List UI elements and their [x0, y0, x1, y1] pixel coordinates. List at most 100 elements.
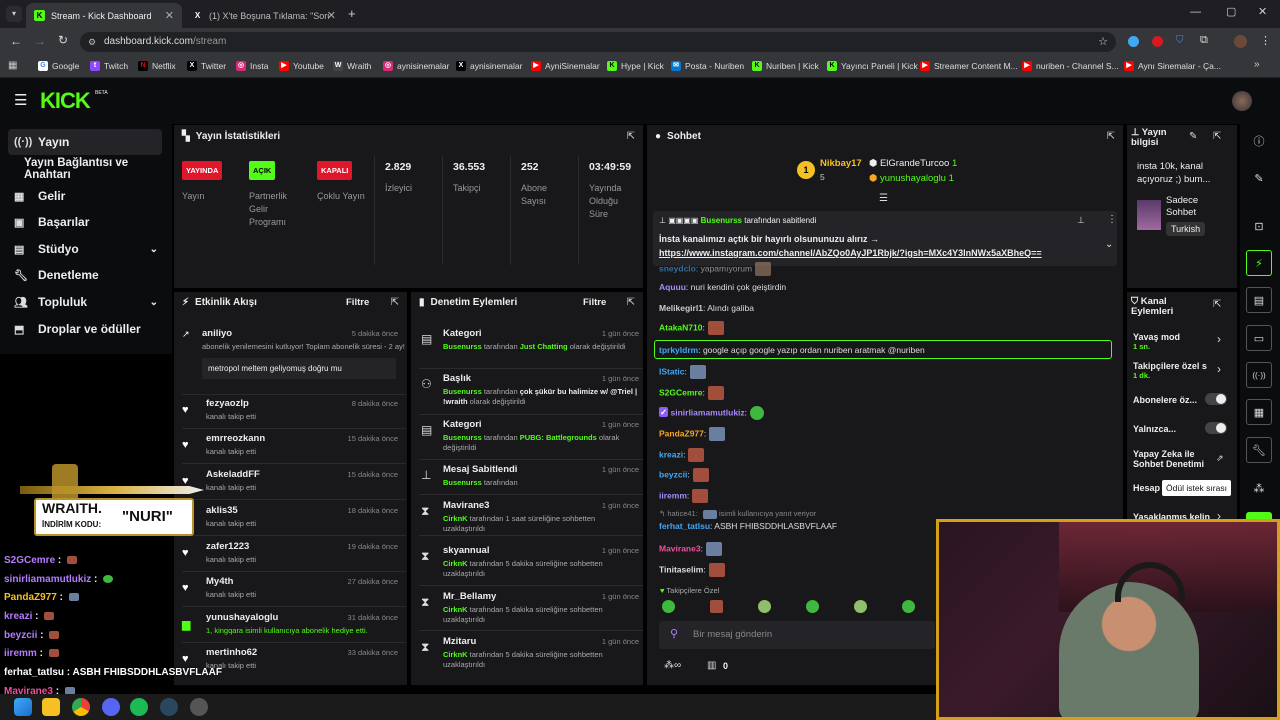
more-bookmarks-icon[interactable]: » [1254, 59, 1260, 70]
top-gifter-name[interactable]: Nikbay17 [820, 158, 862, 169]
close-tab-icon[interactable]: ✕ [165, 9, 174, 22]
bookmark-item[interactable]: K Hype | Kick [607, 61, 664, 71]
windows-start-icon[interactable] [14, 698, 32, 716]
bookmark-item[interactable]: t Twitch [90, 61, 128, 71]
bookmark-item[interactable]: G Google [38, 61, 79, 71]
emote[interactable] [662, 600, 675, 613]
popout-icon[interactable]: ⇱ [1213, 299, 1221, 310]
emote[interactable] [758, 600, 771, 613]
popout-icon[interactable]: ⇱ [1213, 131, 1221, 142]
spotify-icon[interactable] [130, 698, 148, 716]
sidebar-item-denetleme[interactable]: 🔧︎ Denetleme [8, 262, 162, 288]
emote[interactable] [902, 600, 915, 613]
bolt-icon[interactable]: ⚡︎ [1246, 250, 1272, 276]
bookmark-item[interactable]: ▶ nuriben - Channel S... [1022, 61, 1119, 71]
user-avatar[interactable] [1232, 91, 1252, 111]
more-icon[interactable]: ⋮ [1107, 214, 1117, 225]
bookmark-item[interactable]: ▶ Aynı Sinemalar - Ça... [1124, 61, 1221, 71]
popout-icon[interactable]: ⇱ [1107, 131, 1115, 142]
clipboard-icon[interactable]: ▤ [1246, 287, 1272, 313]
mic-icon[interactable]: ⚲ [670, 627, 678, 640]
bookmark-item[interactable]: X Twitter [187, 61, 226, 71]
bookmark-item[interactable]: W Wraith [333, 61, 371, 71]
category-name[interactable]: Sadece Sohbet [1166, 195, 1226, 219]
puzzle-icon[interactable]: ⧉ [1200, 34, 1208, 47]
account-setting[interactable]: Hesap [1133, 483, 1160, 493]
steam-icon[interactable] [160, 698, 178, 716]
sidebar-item-yayin[interactable]: ((·)) Yayın [8, 129, 162, 155]
bookmark-item[interactable]: N Netflix [138, 61, 176, 71]
popout-icon[interactable]: ⇱ [627, 297, 635, 308]
emote[interactable] [710, 600, 723, 613]
chat-input[interactable]: ⚲ Bir mesaj gönderin [659, 621, 935, 649]
address-bar[interactable]: ⚙ dashboard.kick.com/stream ☆ [80, 32, 1116, 52]
chevron-right-icon[interactable]: › [1217, 362, 1221, 376]
info-icon[interactable]: ⓘ [1246, 128, 1272, 154]
edit-icon[interactable]: ✎ [1189, 131, 1197, 142]
popout-icon[interactable]: ⇱ [391, 297, 399, 308]
gifter-name[interactable]: ⬢ ElGrandeTurcoo 1 [869, 158, 957, 169]
bookmark-item[interactable]: ◎ aynisinemalar [383, 61, 449, 71]
kick-logo[interactable]: KICK [40, 88, 91, 114]
browser-tab-kick[interactable]: K Stream - Kick Dashboard ✕ [26, 3, 182, 28]
sidebar-item-topluluk[interactable]: 👥︎ Topluluk ⌄ [8, 289, 162, 315]
subscribers-only-toggle[interactable] [1205, 393, 1227, 405]
popout-icon[interactable]: ⇱ [627, 131, 635, 142]
sidebar-item-basarilar[interactable]: ▣ Başarılar [8, 209, 162, 235]
edit-icon[interactable]: ✎ [1246, 165, 1272, 191]
file-explorer-icon[interactable] [42, 698, 60, 716]
followers-only-setting[interactable]: Takipçilere özel s1 dk. [1133, 361, 1213, 381]
points-icon[interactable]: ⁂∞ [664, 660, 681, 671]
slow-mode-setting[interactable]: Yavaş mod 1 sn. [1133, 332, 1180, 352]
broadcast-icon[interactable]: ((·)) [1246, 362, 1272, 388]
chrome-icon[interactable] [72, 698, 90, 716]
profile-avatar[interactable] [1234, 35, 1247, 48]
app-icon[interactable] [190, 698, 208, 716]
shield-icon[interactable]: ⛉ [1176, 35, 1184, 46]
extension-icon[interactable] [1128, 36, 1139, 47]
close-window-button[interactable]: ✕ [1258, 5, 1267, 18]
reload-icon[interactable]: ↻ [58, 33, 68, 47]
bookmark-star-icon[interactable]: ☆ [1098, 32, 1108, 52]
chevron-right-icon[interactable]: › [1217, 332, 1221, 346]
layout-icon[interactable]: ▦ [1246, 399, 1272, 425]
site-info-icon[interactable]: ⚙ [88, 32, 96, 52]
tab-search-button[interactable]: ▾ [6, 6, 22, 22]
sidebar-item-gelir[interactable]: ▦ Gelir [8, 183, 162, 209]
bookmark-item[interactable]: ◎ Insta [236, 61, 268, 71]
bookmark-item[interactable]: ▶ Youtube [279, 61, 324, 71]
browser-tab-x[interactable]: X (1) X'te Boşuna Tıklama: "Soru: ... ✕ [184, 3, 344, 28]
filter-button[interactable]: Filtre [583, 297, 606, 308]
filter-button[interactable]: Filtre [346, 297, 369, 308]
emote-only-toggle[interactable] [1205, 422, 1227, 434]
wrench-icon[interactable]: 🔧︎ [1246, 437, 1272, 463]
emote[interactable] [806, 600, 819, 613]
close-tab-icon[interactable]: ✕ [327, 9, 336, 22]
external-link-icon[interactable]: ⇗ [1216, 453, 1224, 464]
chevron-down-icon[interactable]: ⌄ [1105, 239, 1113, 250]
sidebar-item-studyo[interactable]: ▤ Stüdyo ⌄ [8, 236, 162, 262]
bookmark-item[interactable]: ▶ AyniSinemalar [531, 61, 600, 71]
new-tab-button[interactable]: + [348, 6, 356, 21]
minimize-window-button[interactable]: — [1190, 6, 1201, 18]
reward-queue-icon[interactable]: ⁂ [1246, 475, 1272, 501]
bookmark-item[interactable]: K Yayıncı Paneli | Kick [827, 61, 918, 71]
target-icon[interactable]: ⊡ [1246, 213, 1272, 239]
forward-icon[interactable]: → [34, 34, 46, 48]
discord-icon[interactable] [102, 698, 120, 716]
chat-bubble-icon[interactable]: ▭ [1246, 325, 1272, 351]
bookmark-item[interactable]: ▶ Streamer Content M... [920, 61, 1018, 71]
unpin-icon[interactable]: ⊥ [1077, 215, 1085, 226]
sidebar-item-stream-key[interactable]: Yayın Bağlantısı ve Anahtarı [8, 156, 162, 182]
store-icon[interactable]: ▥ [707, 660, 716, 671]
expand-icon[interactable]: ☰ [879, 193, 888, 204]
menu-icon[interactable]: ☰ [14, 91, 27, 109]
bookmark-item[interactable]: Xaynisinemalar [456, 61, 522, 71]
back-icon[interactable]: ← [10, 34, 22, 48]
ai-moderation-setting[interactable]: Yapay Zeka ile Sohbet Denetimi [1133, 449, 1205, 469]
bookmark-item[interactable]: ✉ Posta - Nuriben [671, 61, 744, 71]
apps-icon[interactable]: ▦ [8, 60, 17, 71]
extension-icon[interactable] [1152, 36, 1163, 47]
sidebar-item-droplar[interactable]: ⬒ Droplar ve ödüller [8, 316, 162, 342]
menu-dots-icon[interactable]: ⋮ [1260, 34, 1271, 47]
